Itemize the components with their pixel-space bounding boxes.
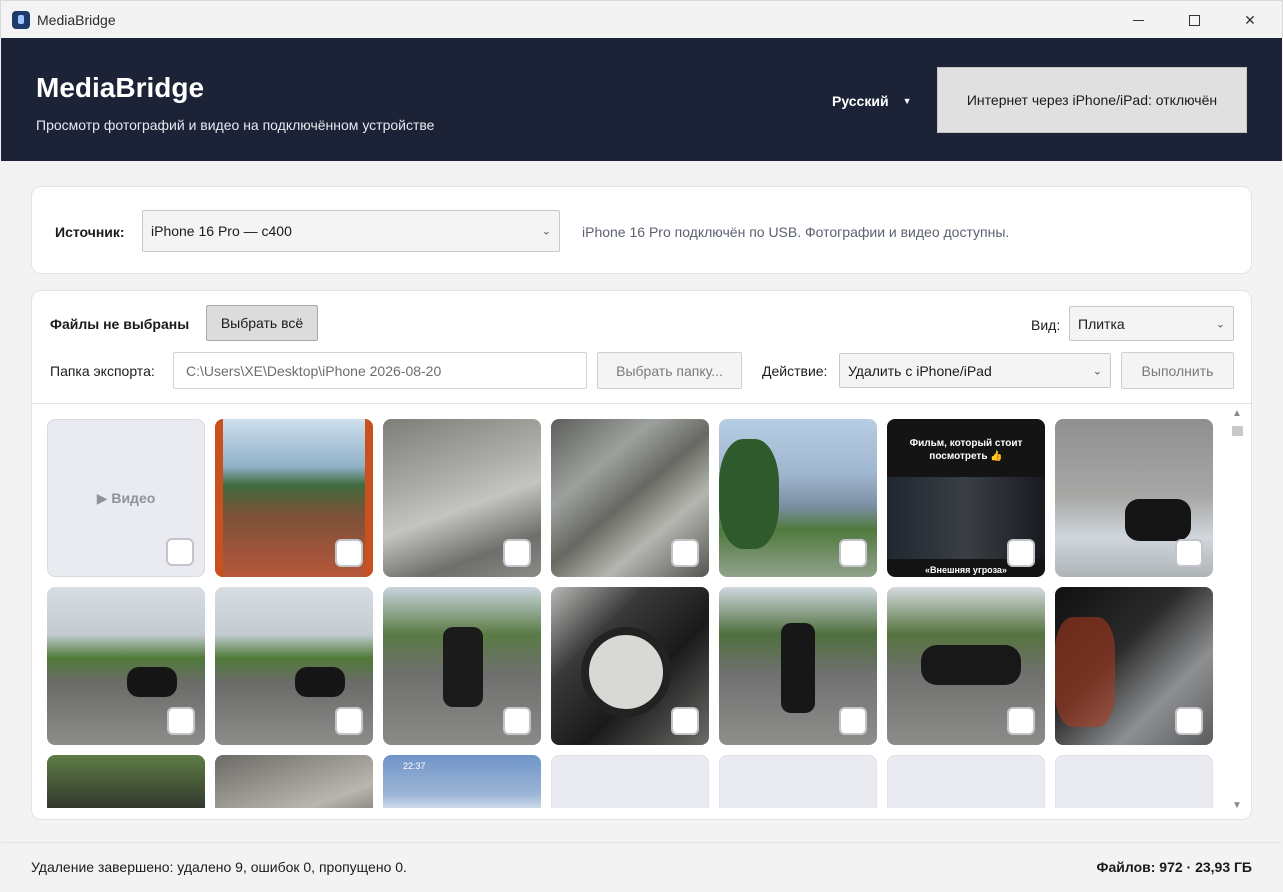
tile-checkbox[interactable]	[1175, 539, 1203, 567]
tile-checkbox[interactable]	[1175, 707, 1203, 735]
media-tile-photo[interactable]	[719, 587, 877, 745]
tile-checkbox[interactable]	[1007, 539, 1035, 567]
view-select[interactable]: Плитка ⌄	[1069, 306, 1234, 341]
photo-frame	[215, 419, 223, 577]
media-tile-photo[interactable]	[47, 587, 205, 745]
tile-checkbox[interactable]	[335, 707, 363, 735]
tile-checkbox[interactable]	[1007, 707, 1035, 735]
motorcycle-shape	[443, 627, 483, 707]
grid-scrollbar[interactable]: ▲ ▼	[1228, 404, 1248, 818]
media-tile-photo[interactable]	[551, 587, 709, 745]
media-tile-placeholder[interactable]	[887, 755, 1045, 808]
speedometer-shape	[581, 627, 671, 717]
media-tile-video[interactable]: ▶ Видео	[47, 419, 205, 577]
scroll-up-icon[interactable]: ▲	[1232, 408, 1242, 419]
media-tile-photo[interactable]	[383, 419, 541, 577]
media-panel: Файлы не выбраны Выбрать всё Вид: Плитка…	[31, 290, 1252, 820]
tile-checkbox[interactable]	[839, 539, 867, 567]
media-grid: ▶ Видео Фильм, который стоит посмотреть …	[33, 404, 1226, 808]
tile-checkbox[interactable]	[671, 707, 699, 735]
media-tile-placeholder[interactable]	[551, 755, 709, 808]
selection-label: Файлы не выбраны	[50, 316, 190, 332]
source-status: iPhone 16 Pro подключён по USB. Фотограф…	[582, 224, 1010, 240]
media-tile-photo[interactable]: 22:37	[383, 755, 541, 808]
media-tile-photo[interactable]	[1055, 419, 1213, 577]
source-card: Источник: iPhone 16 Pro — c400 ⌄ iPhone …	[31, 186, 1252, 274]
phone-time: 22:37	[403, 761, 426, 771]
tile-checkbox[interactable]	[167, 707, 195, 735]
close-icon: ✕	[1244, 11, 1256, 28]
scroll-thumb[interactable]	[1232, 426, 1243, 436]
export-folder-label: Папка экспорта:	[50, 363, 155, 379]
app-title: MediaBridge	[36, 72, 205, 103]
motorcycle-shape	[1125, 499, 1191, 541]
motorcycle-shape	[127, 667, 177, 697]
photo-frame	[365, 419, 373, 577]
minimize-icon	[1132, 19, 1144, 21]
media-tile-photo[interactable]	[719, 419, 877, 577]
window-title: MediaBridge	[37, 12, 116, 28]
brake-disc-shape	[1055, 617, 1115, 727]
motorcycle-shape	[921, 645, 1021, 685]
close-button[interactable]: ✕	[1222, 1, 1278, 39]
chevron-down-icon: ⌄	[1092, 365, 1102, 377]
maximize-button[interactable]	[1166, 1, 1222, 39]
scroll-down-icon[interactable]: ▼	[1232, 800, 1242, 811]
media-tile-photo[interactable]	[551, 419, 709, 577]
chevron-down-icon: ⌄	[541, 225, 551, 238]
tile-checkbox[interactable]	[503, 539, 531, 567]
choose-folder-button[interactable]: Выбрать папку...	[597, 352, 742, 389]
language-label: Русский	[832, 93, 889, 109]
language-selector[interactable]: Русский ▼	[832, 93, 912, 109]
minimize-button[interactable]	[1110, 1, 1166, 39]
media-tile-placeholder[interactable]	[1055, 755, 1213, 808]
tile-checkbox[interactable]	[335, 539, 363, 567]
view-label: Вид:	[1031, 317, 1061, 333]
media-tile-photo[interactable]	[215, 587, 373, 745]
view-select-value: Плитка	[1078, 315, 1125, 332]
media-tile-photo[interactable]	[1055, 587, 1213, 745]
export-folder-field[interactable]: C:\Users\XE\Desktop\iPhone 2026-08-20	[173, 352, 587, 389]
select-all-button[interactable]: Выбрать всё	[206, 305, 318, 341]
tree-shape	[719, 439, 779, 549]
execute-button[interactable]: Выполнить	[1121, 352, 1234, 389]
action-label: Действие:	[762, 363, 828, 379]
media-tile-photo[interactable]	[383, 587, 541, 745]
media-tile-photo[interactable]	[215, 755, 373, 808]
media-tile-placeholder[interactable]	[719, 755, 877, 808]
motorcycle-shape	[295, 667, 345, 697]
tile-checkbox[interactable]	[671, 539, 699, 567]
motorcycle-shape	[781, 623, 815, 713]
title-bar: MediaBridge ✕	[0, 0, 1283, 38]
app-subtitle: Просмотр фотографий и видео на подключён…	[36, 117, 435, 133]
status-bar: Удаление завершено: удалено 9, ошибок 0,…	[1, 842, 1282, 891]
internet-sharing-button[interactable]: Интернет через iPhone/iPad: отключён	[937, 67, 1247, 133]
file-count: Файлов: 972 · 23,93 ГБ	[1096, 859, 1252, 875]
action-select-value: Удалить с iPhone/iPad	[848, 362, 992, 379]
source-select[interactable]: iPhone 16 Pro — c400 ⌄	[142, 210, 560, 252]
app-icon	[12, 11, 30, 29]
media-tile-photo[interactable]	[47, 755, 205, 808]
chevron-down-icon: ⌄	[1215, 318, 1225, 330]
tile-checkbox[interactable]	[503, 707, 531, 735]
app-header: MediaBridge Просмотр фотографий и видео …	[1, 38, 1282, 161]
video-label: ▶ Видео	[96, 490, 156, 506]
tile-checkbox[interactable]	[839, 707, 867, 735]
chevron-down-icon: ▼	[902, 96, 912, 106]
film-title: Фильм, который стоит посмотреть 👍	[909, 438, 1023, 462]
source-select-value: iPhone 16 Pro — c400	[151, 223, 292, 239]
maximize-icon	[1188, 14, 1200, 26]
status-message: Удаление завершено: удалено 9, ошибок 0,…	[31, 859, 407, 875]
media-tile-photo[interactable]	[887, 587, 1045, 745]
media-tile-photo[interactable]: Фильм, который стоит посмотреть 👍 «Внешн…	[887, 419, 1045, 577]
source-label: Источник:	[55, 224, 125, 240]
tile-checkbox[interactable]	[166, 538, 194, 566]
action-select[interactable]: Удалить с iPhone/iPad ⌄	[839, 353, 1111, 388]
media-tile-photo[interactable]	[215, 419, 373, 577]
